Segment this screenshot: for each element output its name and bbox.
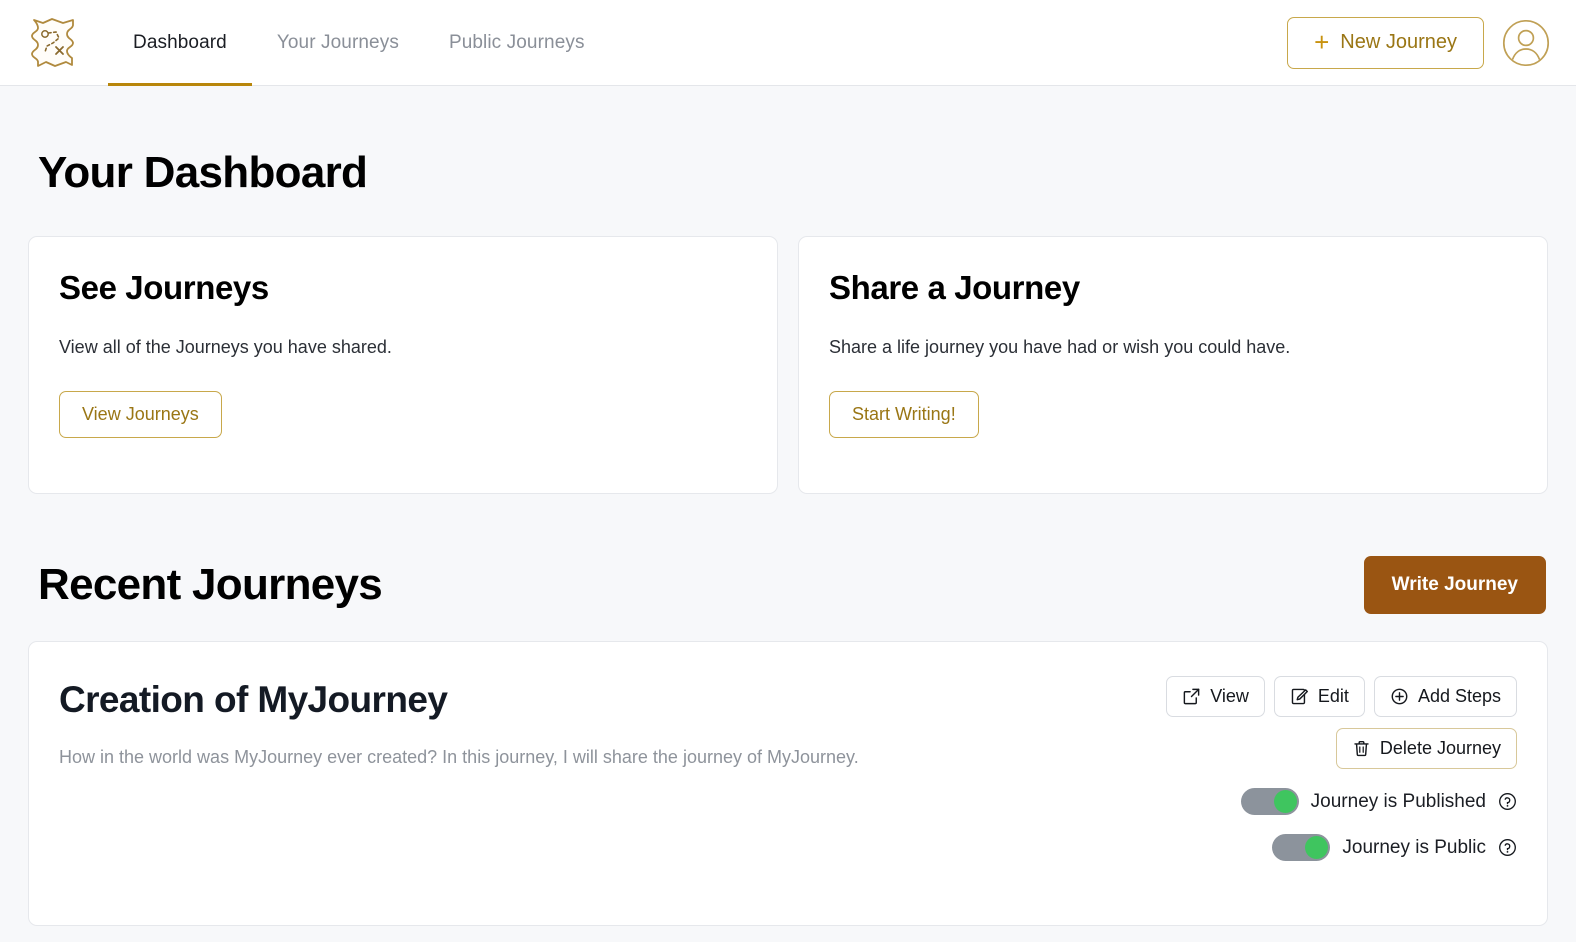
plus-icon: +: [1314, 26, 1330, 57]
start-writing-button[interactable]: Start Writing!: [829, 391, 979, 438]
add-steps-button-label: Add Steps: [1417, 686, 1501, 706]
journey-text-block: Creation of MyJourney How in the world w…: [59, 674, 1166, 768]
delete-journey-button[interactable]: Delete Journey: [1335, 728, 1517, 769]
nav-link-dashboard-label: Dashboard: [133, 31, 227, 53]
card-share-a-journey-description: Share a life journey you have had or wis…: [829, 337, 1291, 357]
nav-link-dashboard[interactable]: Dashboard: [108, 0, 252, 86]
toggle-knob: [1305, 836, 1329, 859]
journey-actions: View Edit Add Steps Delete Journey Journ…: [1166, 674, 1517, 861]
card-share-a-journey: Share a Journey Share a life journey you…: [798, 236, 1548, 494]
treasure-map-logo[interactable]: [26, 13, 78, 73]
top-navbar: Dashboard Your Journeys Public Journeys …: [0, 0, 1576, 86]
nav-link-public-journeys-label: Public Journeys: [448, 31, 585, 53]
journey-published-toggle-row: Journey is Published: [1240, 788, 1517, 815]
journey-description: How in the world was MyJourney ever crea…: [59, 747, 859, 767]
view-journeys-button[interactable]: View Journeys: [59, 391, 222, 438]
page-body: Your Dashboard See Journeys View all of …: [0, 148, 1576, 926]
nav-links: Dashboard Your Journeys Public Journeys: [108, 0, 610, 86]
write-journey-button[interactable]: Write Journey: [1363, 556, 1546, 614]
card-share-a-journey-title: Share a Journey: [829, 269, 1080, 306]
treasure-map-logo-icon: [31, 17, 74, 67]
journey-title: Creation of MyJourney: [59, 679, 448, 720]
nav-link-your-journeys[interactable]: Your Journeys: [252, 0, 424, 86]
question-circle-icon[interactable]: [1498, 792, 1517, 811]
journey-list-item: Creation of MyJourney How in the world w…: [28, 641, 1548, 926]
new-journey-button-label: New Journey: [1340, 31, 1457, 53]
plus-circle-icon: [1390, 687, 1409, 706]
nav-right-group: + New Journey: [1287, 16, 1550, 69]
toggle-knob: [1273, 790, 1297, 813]
card-see-journeys-title: See Journeys: [59, 269, 269, 306]
nav-link-your-journeys-label: Your Journeys: [276, 31, 399, 53]
card-see-journeys: See Journeys View all of the Journeys yo…: [28, 236, 778, 494]
delete-journey-button-label: Delete Journey: [1379, 738, 1501, 758]
nav-link-public-journeys[interactable]: Public Journeys: [424, 0, 610, 86]
card-see-journeys-description: View all of the Journeys you have shared…: [59, 337, 392, 357]
new-journey-button[interactable]: + New Journey: [1287, 16, 1484, 69]
edit-journey-button-label: Edit: [1317, 686, 1349, 706]
journey-published-toggle[interactable]: [1240, 788, 1299, 815]
view-journey-button[interactable]: View: [1166, 676, 1265, 717]
add-steps-button[interactable]: Add Steps: [1373, 676, 1517, 717]
journey-public-label: Journey is Public: [1342, 836, 1486, 858]
journey-primary-action-row: View Edit Add Steps: [1166, 676, 1517, 717]
recent-journeys-header: Recent Journeys Write Journey: [28, 556, 1548, 614]
journey-public-toggle-row: Journey is Public: [1272, 834, 1517, 861]
trash-icon: [1352, 739, 1371, 758]
question-circle-icon[interactable]: [1498, 838, 1517, 857]
journey-public-toggle[interactable]: [1272, 834, 1331, 861]
pencil-square-icon: [1290, 687, 1309, 706]
recent-journeys-title: Recent Journeys: [38, 560, 383, 609]
dashboard-card-row: See Journeys View all of the Journeys yo…: [28, 236, 1548, 494]
page-title: Your Dashboard: [38, 148, 368, 197]
view-journey-button-label: View: [1210, 686, 1249, 706]
user-avatar-icon[interactable]: [1502, 19, 1550, 67]
external-link-icon: [1182, 687, 1201, 706]
journey-published-label: Journey is Published: [1310, 790, 1486, 812]
edit-journey-button[interactable]: Edit: [1273, 676, 1365, 717]
